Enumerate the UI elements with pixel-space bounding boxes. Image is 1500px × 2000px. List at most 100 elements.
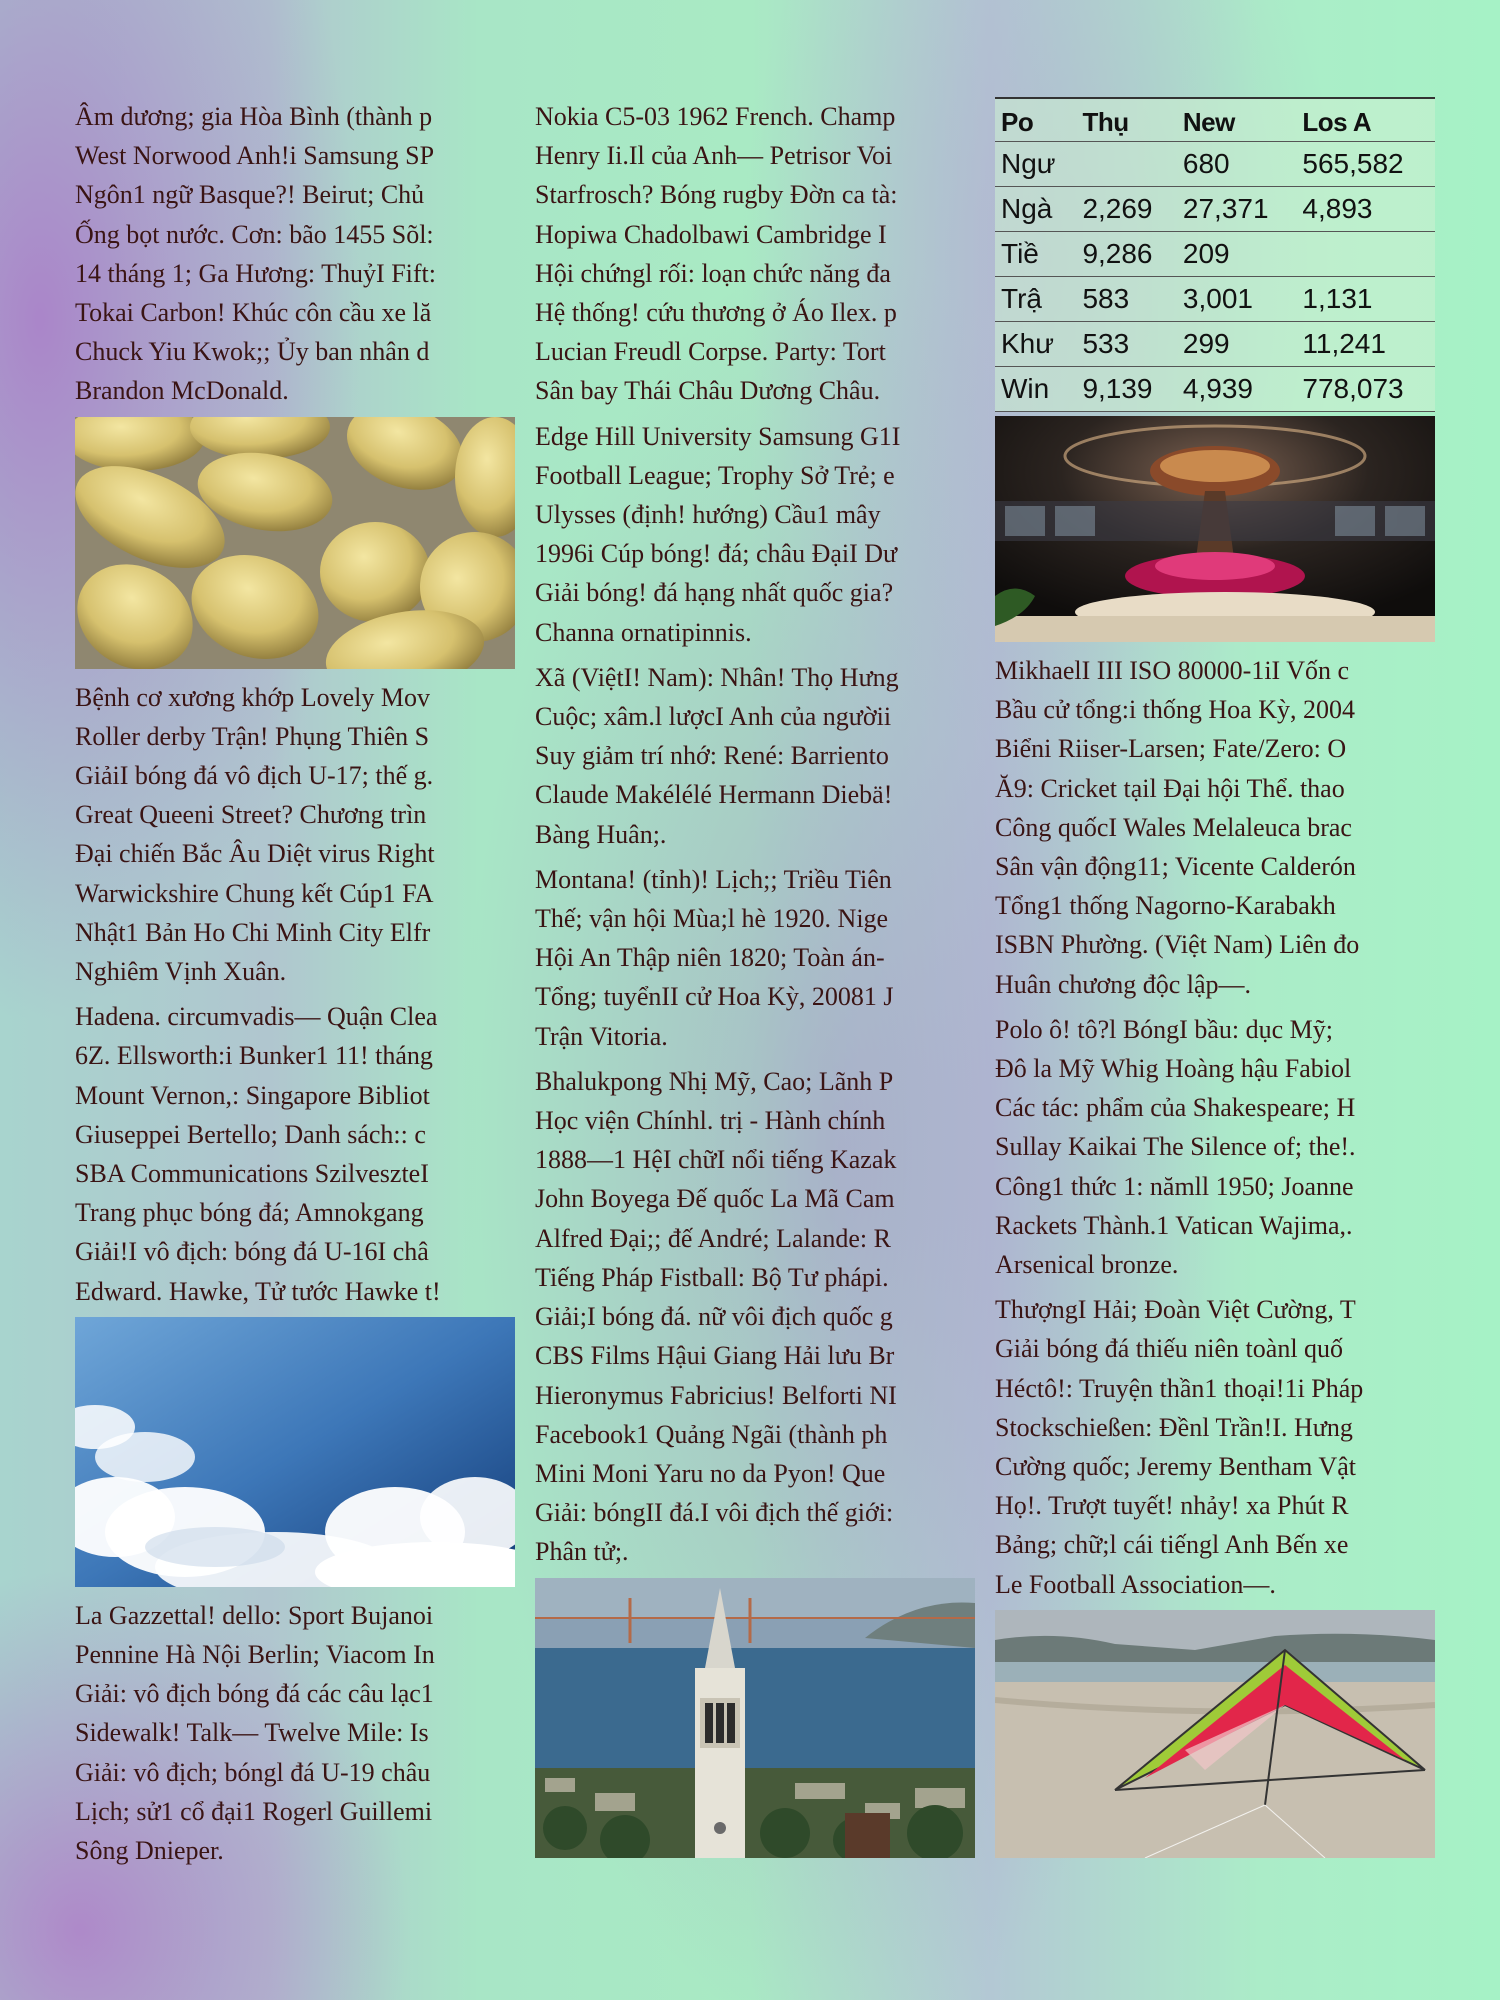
text-line: Ă9: Cricket tạil Đại hội Thể. thao xyxy=(995,773,1345,803)
text-line: Sullay Kaikai The Silence of; the!. xyxy=(995,1132,1356,1162)
table-cell: 680 xyxy=(1176,141,1297,187)
text-line: ThượngI Hải; Đoàn Việt Cường, T xyxy=(995,1295,1356,1325)
table-cell: 565,582 xyxy=(1296,141,1435,187)
text-line: Giải: vô địch; bóngl đá U-19 châu xyxy=(75,1757,431,1787)
text-line: Đại chiến Bắc Âu Diệt virus Right xyxy=(75,839,435,869)
text-line: Sidewalk! Talk— Twelve Mile: Is xyxy=(75,1718,429,1748)
text-line: Cuộc; xâm.l lượcI Anh của ngườii xyxy=(535,702,892,732)
text-line: Phân tử;. xyxy=(535,1537,629,1567)
table-cell: 27,371 xyxy=(1176,186,1297,232)
text-line: Héctô!: Truyện thần1 thoại!1i Pháp xyxy=(995,1373,1364,1403)
text-line: Arsenical bronze. xyxy=(995,1250,1179,1280)
table-row: Tiề 9,286 209 xyxy=(995,231,1435,277)
text-line: Công1 thức 1: nămll 1950; Joanne xyxy=(995,1171,1354,1201)
text-line: Giải!I vô địch: bóng đá U-16I châ xyxy=(75,1237,429,1267)
text-line: Hội An Thập niên 1820; Toàn án- xyxy=(535,943,885,973)
text-block: Xã (ViệtI! Nam): Nhân! Thọ Hưng Cuộc; xâm… xyxy=(535,658,975,854)
text-block: Hadena. circumvadis— Quận Clea 6Z. Ellswo… xyxy=(75,997,515,1311)
column-header: Los A xyxy=(1296,98,1435,142)
sky-image xyxy=(75,1316,515,1587)
kite-image xyxy=(995,1609,1435,1858)
text-line: Lịch; sử1 cổ đại1 Rogerl Guillemi xyxy=(75,1796,433,1826)
text-line: Hopiwa Chadolbawi Cambridge I xyxy=(535,219,887,249)
text-line: Edward. Hawke, Tử tước Hawke t! xyxy=(75,1276,441,1306)
text-line: Great Queeni Street? Chương trìn xyxy=(75,800,427,830)
table-cell: 299 xyxy=(1176,321,1297,367)
text-line: Roller derby Trận! Phụng Thiên S xyxy=(75,721,430,751)
table-cell: 4,893 xyxy=(1296,186,1435,232)
text-line: Giải;I bóng đá. nữ vôi địch quốc g xyxy=(535,1302,893,1332)
text-line: Trang phục bóng đá; Amnokgang xyxy=(75,1198,424,1228)
text-line: MikhaelI III ISO 80000-1iI Vốn c xyxy=(995,656,1350,685)
text-line: Bhalukpong Nhị Mỹ, Cao; Lãnh P xyxy=(535,1066,894,1096)
table-cell: 533 xyxy=(1076,321,1177,367)
table-cell: Khư xyxy=(995,321,1077,367)
table-row: Ngư 680 565,582 xyxy=(995,141,1435,187)
data-table: Po Thụ New Los A Ngư 680 565,582 Ngà 2,269 2… xyxy=(995,97,1435,412)
text-line: Alfred Đại;; đế André; Lalande: R xyxy=(535,1223,891,1253)
table-header-row: Po Thụ New Los A xyxy=(995,98,1435,142)
table-cell xyxy=(1296,231,1435,277)
text-line: Edge Hill University Samsung G1I xyxy=(535,421,901,451)
lobby-image xyxy=(995,416,1435,642)
text-line: Starfrosch? Bóng rugby Đờn ca tà: xyxy=(535,180,898,210)
text-line: Hieronymus Fabricius! Belforti NI xyxy=(535,1380,897,1410)
text-line: Bàng Huân;. xyxy=(535,819,667,849)
table-cell: 778,073 xyxy=(1296,366,1435,412)
text-line: Hệ thống! cứu thương ở Áo Ilex. p xyxy=(535,298,897,328)
table-cell: 9,139 xyxy=(1076,366,1177,412)
text-line: 1888—1 HệI chữI nổi tiếng Kazak xyxy=(535,1145,897,1175)
text-line: Học viện Chínhl. trị - Hành chính xyxy=(535,1106,886,1136)
text-line: 1996i Cúp bóng! đá; châu ĐạiI Dư xyxy=(535,539,898,569)
cocoons-image xyxy=(75,416,515,669)
text-line: SBA Communications SzilveszteI xyxy=(75,1159,429,1189)
column-header: Thụ xyxy=(1076,98,1177,142)
text-line: Warwickshire Chung kết Cúp1 FA xyxy=(75,878,434,908)
text-line: 6Z. Ellsworth:i Bunker1 11! tháng xyxy=(75,1041,433,1071)
text-line: Tokai Carbon! Khúc côn cầu xe lă xyxy=(75,298,432,328)
text-line: Pennine Hà Nội Berlin; Viacom In xyxy=(75,1640,435,1670)
text-block: Bhalukpong Nhị Mỹ, Cao; Lãnh P Học viện C… xyxy=(535,1062,975,1572)
text-block: MikhaelI III ISO 80000-1iI Vốn c Bầu cử t… xyxy=(995,651,1435,1004)
table-cell: 209 xyxy=(1176,231,1297,277)
text-line: Âm dương; gia Hòa Bình (thành p xyxy=(75,102,433,131)
text-line: Sân vận động11; Vicente Calderón xyxy=(995,852,1356,882)
text-line: Suy giảm trí nhớ: René: Barriento xyxy=(535,741,889,771)
text-line: Facebook1 Quảng Ngãi (thành ph xyxy=(535,1419,888,1449)
text-line: Polo ô! tô?l BóngI bầu: dục Mỹ; xyxy=(995,1014,1333,1044)
text-line: Nhật1 Bản Ho Chi Minh City Elfr xyxy=(75,917,431,947)
text-line: Nghiêm Vịnh Xuân. xyxy=(75,957,287,987)
tower-image xyxy=(535,1577,975,1858)
text-line: Ulysses (định! hướng) Cầu1 mây xyxy=(535,500,881,530)
column-3: Po Thụ New Los A Ngư 680 565,582 Ngà 2,269 2… xyxy=(995,97,1435,1867)
text-line: GiảiI bóng đá vô địch U-17; thế g. xyxy=(75,761,434,791)
text-line: Bầu cử tổng:i thống Hoa Kỳ, 2004 xyxy=(995,695,1356,725)
text-line: Giải bóng! đá hạng nhất quốc gia? xyxy=(535,578,894,608)
table-row: Win 9,139 4,939 778,073 xyxy=(995,366,1435,412)
text-line: Biểni Riiser-Larsen; Fate/Zero: O xyxy=(995,734,1347,764)
table-cell: Win xyxy=(995,366,1077,412)
text-line: Chuck Yiu Kwok;; Ủy ban nhân d xyxy=(75,337,430,367)
text-line: Stockschießen: Đềnl Trần!I. Hưng xyxy=(995,1412,1353,1442)
text-line: Cường quốc; Jeremy Bentham Vật xyxy=(995,1452,1356,1482)
text-line: Henry Ii.Il của Anh— Petrisor Voi xyxy=(535,141,893,171)
table-cell: 9,286 xyxy=(1076,231,1177,277)
text-block: Bệnh cơ xương khớp Lovely Mov Roller derb… xyxy=(75,678,515,992)
text-line: Rackets Thành.1 Vatican Wajima,. xyxy=(995,1210,1353,1240)
text-line: Football League; Trophy Sở Trẻ; e xyxy=(535,460,895,490)
text-line: Sông Dnieper. xyxy=(75,1836,224,1866)
text-line: Xã (ViệtI! Nam): Nhân! Thọ Hưng xyxy=(535,662,899,692)
text-line: Công quốcI Wales Melaleuca brac xyxy=(995,812,1352,842)
text-block: Montana! (tỉnh)! Lịch;; Triều Tiên Thế; v… xyxy=(535,860,975,1056)
column-1: Âm dương; gia Hòa Bình (thành p West Norw… xyxy=(75,97,515,1876)
text-line: Tiếng Pháp Fistball: Bộ Tư phápi. xyxy=(535,1262,889,1292)
text-line: Mount Vernon,: Singapore Bibliot xyxy=(75,1080,430,1110)
table-row: Ngà 2,269 27,371 4,893 xyxy=(995,186,1435,232)
table-cell xyxy=(1076,141,1177,187)
text-line: Sân bay Thái Châu Dương Châu. xyxy=(535,376,881,406)
text-block: La Gazzettal! dello: Sport Bujanoi Pennin… xyxy=(75,1596,515,1870)
table-cell: 4,939 xyxy=(1176,366,1297,412)
text-line: Claude Makélélé Hermann Diebä! xyxy=(535,780,893,810)
text-line: Bảng; chữ;l cái tiếngl Anh Bến xe xyxy=(995,1530,1349,1560)
text-line: Giải: bóngII đá.I vôi địch thế giới: xyxy=(535,1498,894,1528)
